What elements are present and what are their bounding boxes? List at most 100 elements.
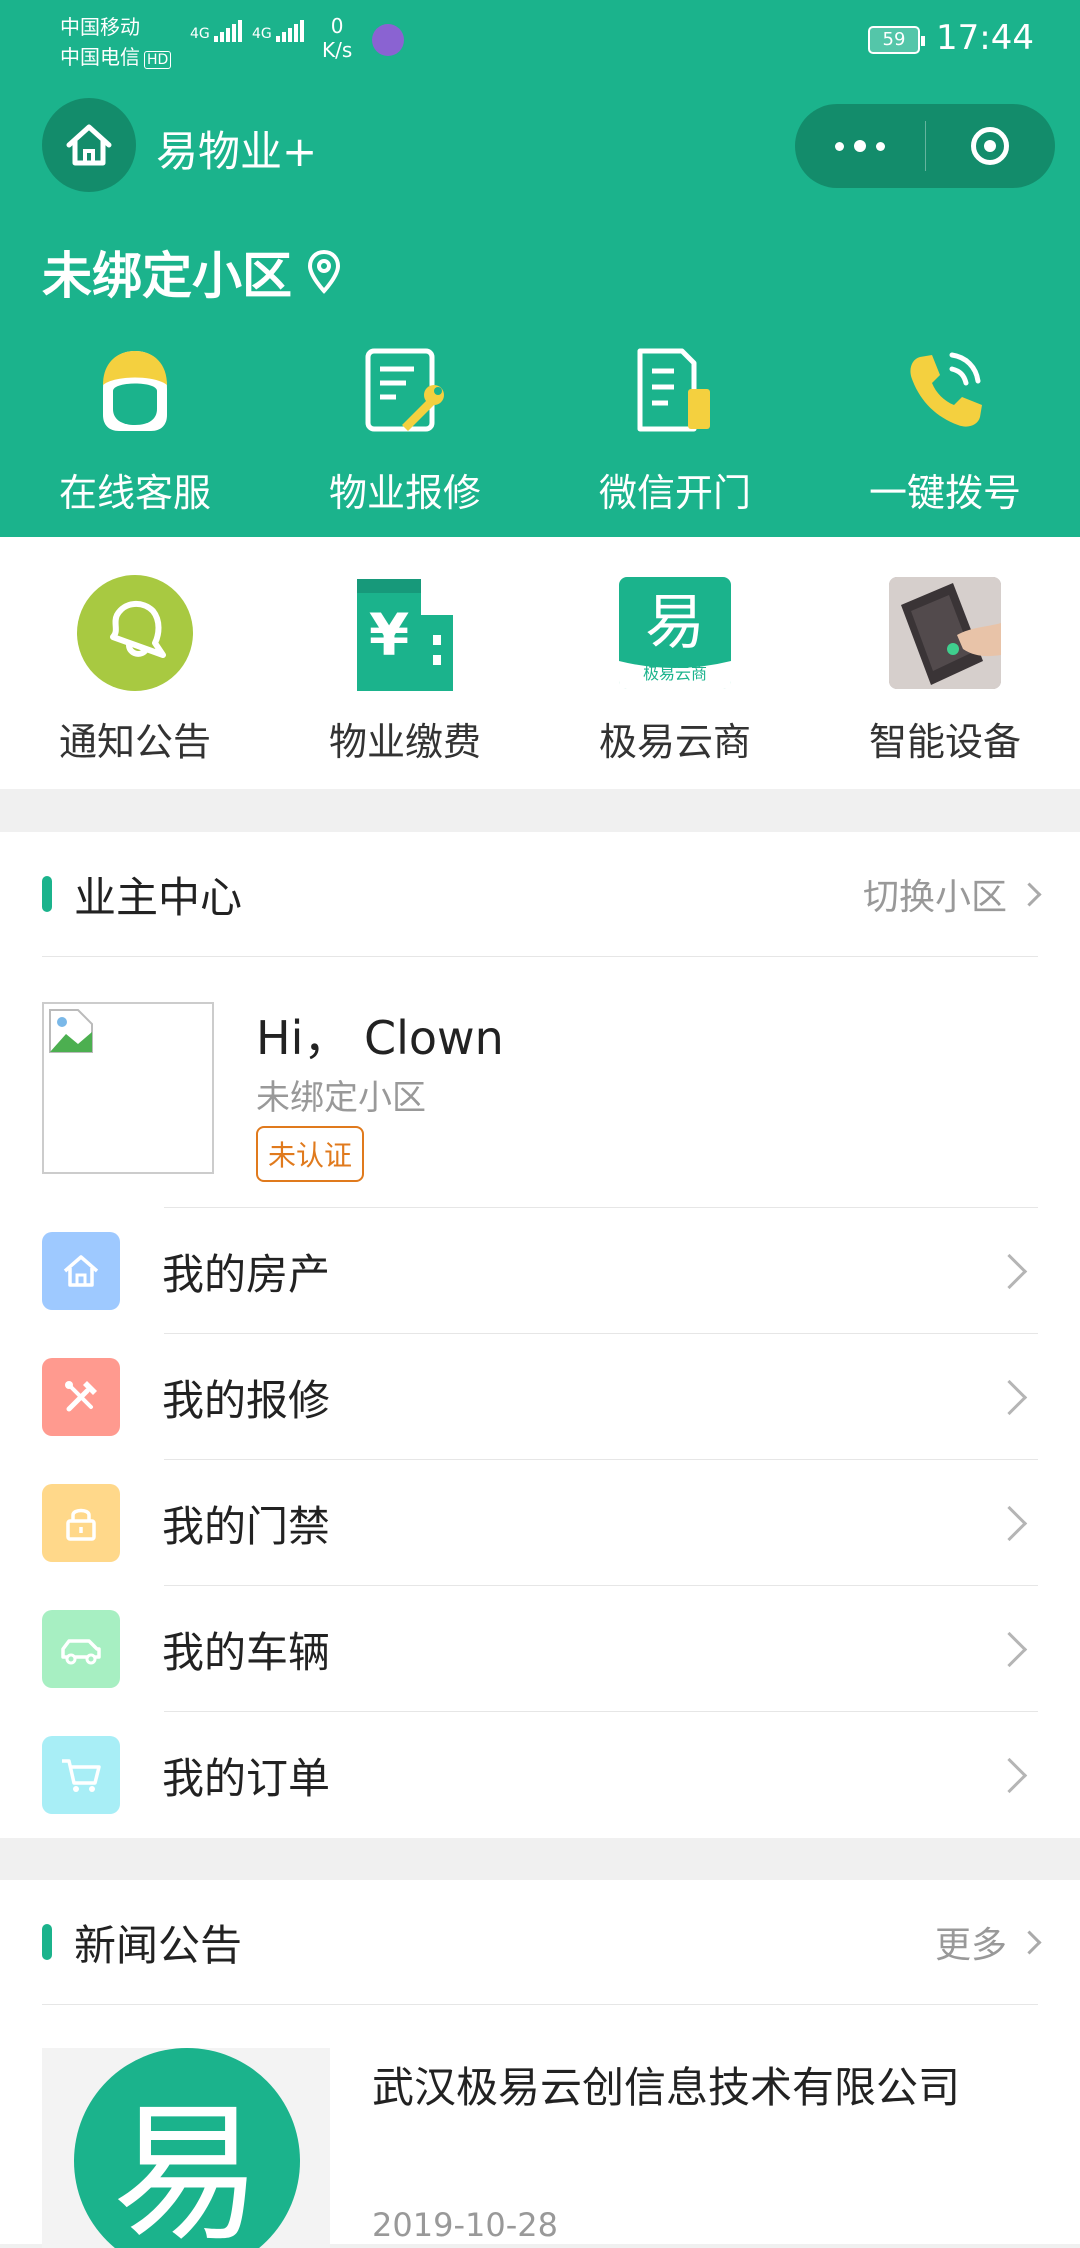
svg-text:¥: ¥ xyxy=(369,601,409,669)
quick-action-customer-service[interactable]: 在线客服 xyxy=(0,340,270,517)
profile-community: 未绑定小区 xyxy=(256,1078,426,1118)
hd-badge: HD xyxy=(144,51,172,69)
greeting: Hi， Clown xyxy=(256,1011,504,1065)
menu-item-label: 我的订单 xyxy=(162,1753,331,1803)
quick-action-label: 物业报修 xyxy=(328,471,481,515)
chevron-right-icon xyxy=(991,1631,1028,1667)
service-label: 通知公告 xyxy=(58,720,211,764)
more-dots-icon xyxy=(834,141,844,151)
signal-2: 4G xyxy=(252,20,306,42)
community-name: 未绑定小区 xyxy=(42,247,292,305)
carrier-info: 中国移动 中国电信 HD xyxy=(60,12,172,75)
lock-icon xyxy=(42,1484,120,1562)
quick-actions: 在线客服 物业报修 微信开门 一键拨号 xyxy=(0,340,1080,517)
smart-lock-photo xyxy=(889,577,1001,689)
target-icon xyxy=(971,127,1010,165)
avatar xyxy=(42,1002,214,1174)
svg-text:易: 易 xyxy=(645,588,705,658)
clock: 17:44 xyxy=(936,18,1034,58)
news-item[interactable]: 易 武汉极易云创信息技术有限公司 2019-10-28 xyxy=(42,2048,1042,2248)
jiyi-store-logo: 易 极易云商 xyxy=(619,577,731,689)
menu-item-label: 我的车辆 xyxy=(162,1627,331,1677)
services-panel: 通知公告 ¥ 物业缴费 易 极易云商 极易云商 智能设备 xyxy=(0,537,1080,789)
quick-action-door[interactable]: 微信开门 xyxy=(540,340,810,517)
service-smart-device[interactable]: 智能设备 xyxy=(810,575,1080,766)
location-pin-icon xyxy=(307,249,341,294)
quick-action-label: 一键拨号 xyxy=(868,471,1021,515)
close-miniprogram-button[interactable] xyxy=(926,104,1056,188)
cart-icon xyxy=(42,1736,120,1814)
header: 中国移动 中国电信 HD 4G 4G 0 K/s 59 17:44 易物业+ 未… xyxy=(0,0,1080,537)
service-store[interactable]: 易 极易云商 极易云商 xyxy=(540,575,810,766)
menu-item-label: 我的房产 xyxy=(162,1249,331,1299)
broken-image-icon xyxy=(49,1009,93,1053)
section-accent-bar xyxy=(42,1924,52,1960)
news-item-title: 武汉极易云创信息技术有限公司 xyxy=(372,2063,961,2112)
status-bar: 中国移动 中国电信 HD 4G 4G 0 K/s 59 17:44 xyxy=(0,0,1080,80)
news-section: 新闻公告 更多 易 武汉极易云创信息技术有限公司 2019-10-28 xyxy=(0,1880,1080,2248)
menu-item-access[interactable]: 我的门禁 xyxy=(0,1460,1080,1586)
bell-icon xyxy=(77,575,193,691)
owner-menu: 我的房产 我的报修 我的门禁 我的车辆 我的订单 xyxy=(0,1208,1080,1838)
section-accent-bar xyxy=(42,876,52,912)
more-menu-button[interactable] xyxy=(795,104,925,188)
battery-icon: 59 xyxy=(868,26,925,54)
carrier-2: 中国电信 xyxy=(60,45,140,69)
news-header: 新闻公告 更多 xyxy=(42,1880,1042,2005)
owner-center-header: 业主中心 切换小区 xyxy=(42,832,1042,957)
switch-community-link[interactable]: 切换小区 xyxy=(863,868,1042,920)
news-title: 新闻公告 xyxy=(74,1920,243,1970)
owner-center: 业主中心 切换小区 Hi， Clown 未绑定小区 未认证 我的房产 我的报修 … xyxy=(0,832,1080,1838)
status-badge: 未认证 xyxy=(256,1126,365,1182)
profile-card[interactable]: Hi， Clown 未绑定小区 未认证 xyxy=(42,1002,1038,1182)
jiyi-logo: 易 xyxy=(74,2048,300,2248)
chevron-right-icon xyxy=(991,1379,1028,1415)
app-title: 易物业+ xyxy=(156,127,318,176)
menu-item-repairs[interactable]: 我的报修 xyxy=(0,1334,1080,1460)
quick-action-label: 微信开门 xyxy=(598,471,751,515)
quick-action-repair[interactable]: 物业报修 xyxy=(270,340,540,517)
chevron-right-icon xyxy=(991,1757,1028,1793)
menu-item-property[interactable]: 我的房产 xyxy=(0,1208,1080,1334)
menu-item-orders[interactable]: 我的订单 xyxy=(0,1712,1080,1838)
signal-bars-icon xyxy=(275,20,306,42)
quick-action-dial[interactable]: 一键拨号 xyxy=(810,340,1080,517)
carrier-1: 中国移动 xyxy=(60,15,140,39)
notification-app-icon xyxy=(372,24,404,56)
signal-bars-icon xyxy=(213,20,244,42)
signal-1: 4G xyxy=(190,20,244,42)
more-news-link[interactable]: 更多 xyxy=(935,1916,1042,1968)
chevron-right-icon xyxy=(991,1505,1028,1541)
svg-text:极易云商: 极易云商 xyxy=(643,664,707,683)
phone-icon xyxy=(910,352,982,427)
home-icon xyxy=(66,124,112,166)
chevron-right-icon xyxy=(1017,1929,1042,1955)
tools-icon xyxy=(42,1358,120,1436)
news-item-date: 2019-10-28 xyxy=(372,2206,558,2244)
news-thumbnail: 易 xyxy=(42,2048,330,2248)
quick-action-label: 在线客服 xyxy=(58,471,211,515)
services-grid: 通知公告 ¥ 物业缴费 易 极易云商 极易云商 智能设备 xyxy=(0,575,1080,766)
miniprogram-capsule xyxy=(795,104,1055,188)
house-icon xyxy=(42,1232,120,1310)
menu-item-label: 我的报修 xyxy=(162,1375,331,1425)
building-yuan-icon: ¥ xyxy=(357,579,453,691)
service-label: 智能设备 xyxy=(868,720,1021,764)
repair-icon xyxy=(365,348,444,432)
chevron-right-icon xyxy=(1017,881,1042,907)
menu-item-vehicles[interactable]: 我的车辆 xyxy=(0,1586,1080,1712)
chevron-right-icon xyxy=(991,1253,1028,1289)
car-icon xyxy=(42,1610,120,1688)
menu-item-label: 我的门禁 xyxy=(162,1501,331,1551)
community-selector[interactable]: 未绑定小区 xyxy=(42,236,342,308)
service-label: 极易云商 xyxy=(598,720,751,764)
service-payment[interactable]: ¥ 物业缴费 xyxy=(270,575,540,766)
network-type-1: 4G xyxy=(190,26,210,42)
service-label: 物业缴费 xyxy=(328,720,481,764)
net-speed: 0 K/s xyxy=(322,14,353,62)
owner-center-title: 业主中心 xyxy=(74,872,243,922)
door-open-icon xyxy=(637,348,710,432)
network-type-2: 4G xyxy=(252,26,272,42)
service-notice[interactable]: 通知公告 xyxy=(0,575,270,766)
home-button[interactable] xyxy=(42,98,136,192)
